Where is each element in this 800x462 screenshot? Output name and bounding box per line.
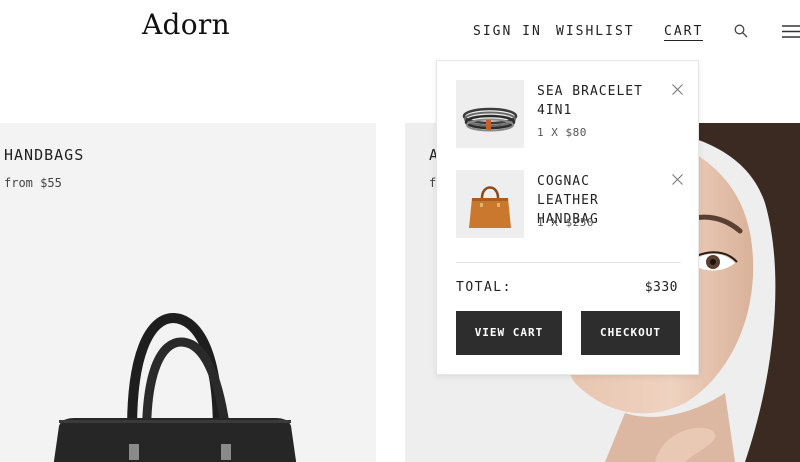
cart-total-label: TOTAL: [456,280,512,295]
close-icon[interactable] [672,174,683,185]
cognac-handbag-image [469,186,511,228]
cart-dropdown: SEA BRACELET 4IN1 1 X $80 COGNAC LEATHER… [436,60,699,375]
bracelet-image [462,107,518,132]
view-cart-button[interactable]: VIEW CART [456,311,562,355]
item-name[interactable]: SEA BRACELET 4IN1 [537,82,657,120]
cart-divider [456,262,681,263]
nav-cart-link[interactable]: CART [664,24,704,41]
nav-sign-in-link[interactable]: SIGN IN [473,24,542,39]
item-quantity-price: 1 X $80 [537,126,587,139]
item-thumbnail-handbag[interactable] [456,170,524,238]
item-quantity-price: 1 X $250 [537,216,594,229]
category-price-from: from $55 [4,176,62,190]
close-icon[interactable] [672,84,683,95]
checkout-button[interactable]: CHECKOUT [581,311,680,355]
category-panel-handbags[interactable]: HANDBAGS from $55 [0,123,376,462]
menu-icon[interactable] [782,25,800,38]
black-handbag-image [53,312,297,462]
category-title[interactable]: HANDBAGS [4,146,84,164]
item-thumbnail-bracelet[interactable] [456,80,524,148]
site-logo[interactable]: Adorn [142,8,230,41]
search-icon[interactable] [734,24,748,38]
nav-wishlist-link[interactable]: WISHLIST [556,24,635,39]
cart-total-value: $330 [644,280,678,295]
